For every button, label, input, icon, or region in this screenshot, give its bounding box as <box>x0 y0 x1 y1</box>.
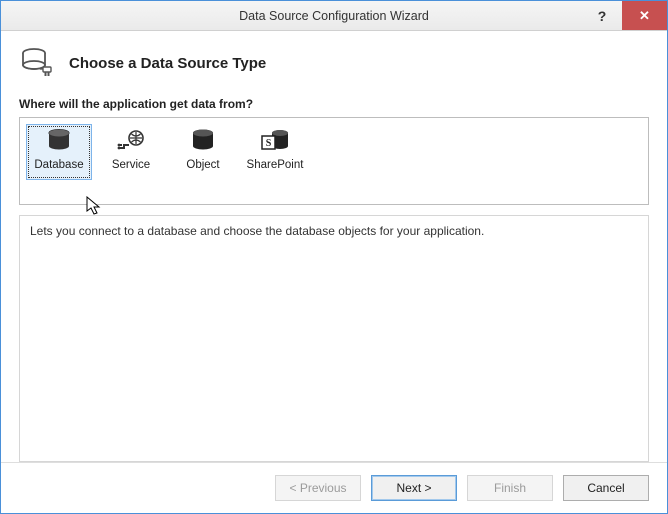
wizard-header: Choose a Data Source Type <box>1 31 667 97</box>
cancel-button[interactable]: Cancel <box>563 475 649 501</box>
option-label: Object <box>186 159 219 171</box>
wizard-window: Data Source Configuration Wizard ? ✕ Cho… <box>0 0 668 514</box>
option-database[interactable]: Database <box>26 124 92 180</box>
description-box: Lets you connect to a database and choos… <box>19 215 649 462</box>
wizard-content: Where will the application get data from… <box>1 97 667 462</box>
database-icon <box>44 127 74 155</box>
window-title: Data Source Configuration Wizard <box>1 9 667 23</box>
previous-button: < Previous <box>275 475 361 501</box>
option-sharepoint[interactable]: S SharePoint <box>242 124 308 180</box>
next-button[interactable]: Next > <box>371 475 457 501</box>
database-plug-icon <box>19 45 55 81</box>
wizard-footer: < Previous Next > Finish Cancel <box>1 462 667 513</box>
source-type-list: Database Service <box>19 117 649 205</box>
option-service[interactable]: Service <box>98 124 164 180</box>
help-button[interactable]: ? <box>582 1 622 30</box>
finish-button: Finish <box>467 475 553 501</box>
option-label: Service <box>112 159 150 171</box>
close-button[interactable]: ✕ <box>622 1 667 30</box>
option-object[interactable]: Object <box>170 124 236 180</box>
window-controls: ? ✕ <box>582 1 667 30</box>
option-label: SharePoint <box>247 159 304 171</box>
svg-text:S: S <box>266 138 272 149</box>
prompt-label: Where will the application get data from… <box>19 97 649 111</box>
sharepoint-icon: S <box>260 127 290 155</box>
title-bar: Data Source Configuration Wizard ? ✕ <box>1 1 667 31</box>
service-icon <box>116 127 146 155</box>
object-icon <box>188 127 218 155</box>
description-text: Lets you connect to a database and choos… <box>30 224 484 238</box>
option-label: Database <box>34 159 83 171</box>
wizard-heading: Choose a Data Source Type <box>69 55 266 72</box>
